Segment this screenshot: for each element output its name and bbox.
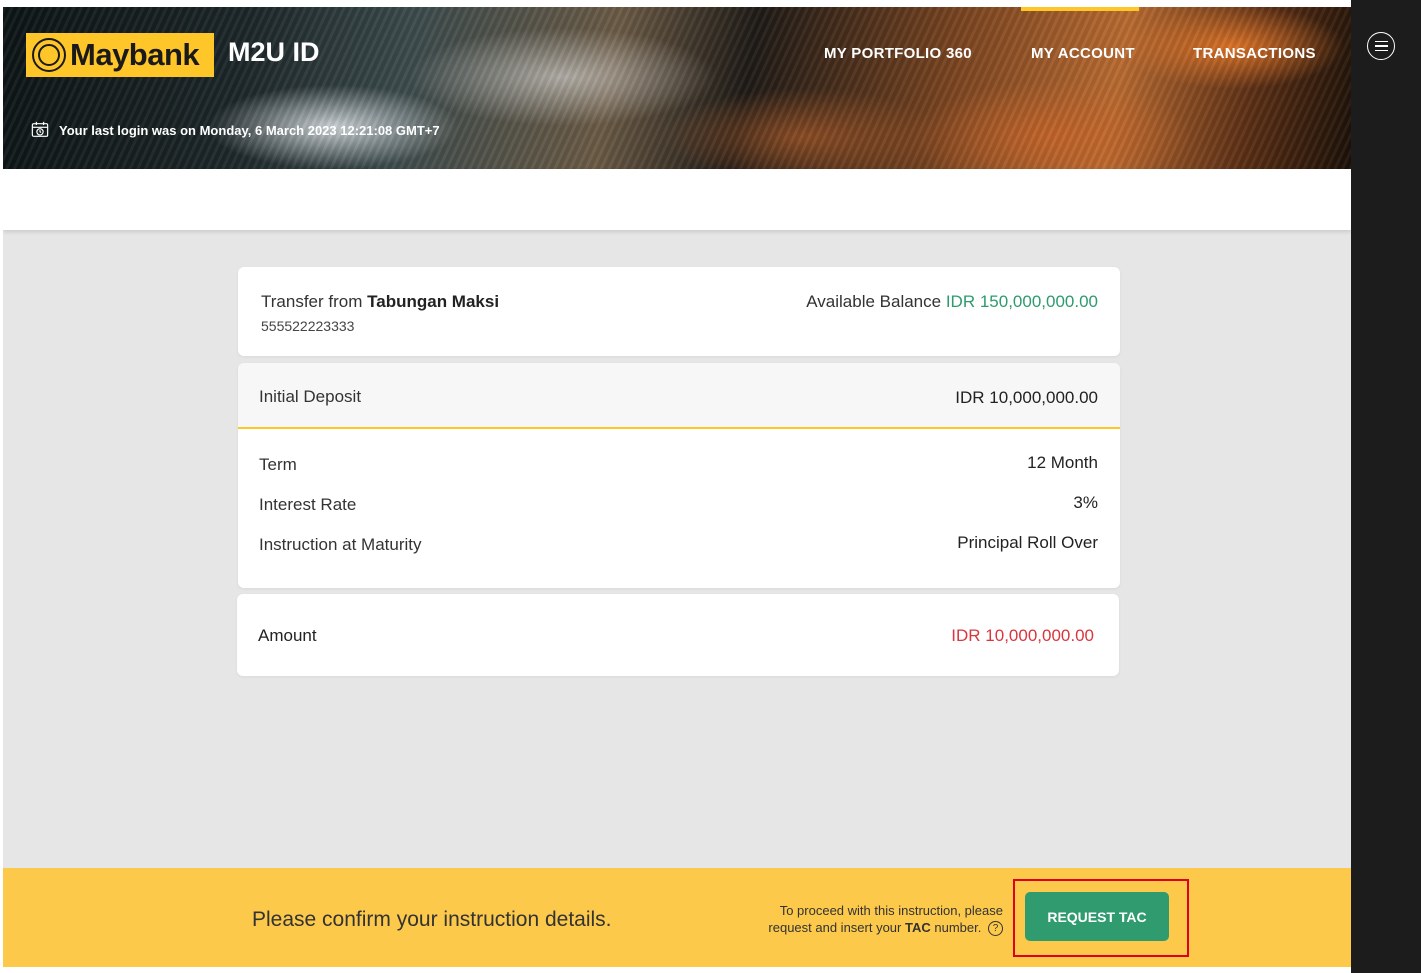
confirm-instruction-text: Please confirm your instruction details.	[252, 908, 612, 931]
request-tac-highlight	[1013, 879, 1189, 957]
header-banner: Maybank M2U ID MY PORTFOLIO 360 MY ACCOU…	[3, 7, 1351, 169]
nav-active-indicator	[1021, 7, 1139, 11]
initial-deposit-label: Initial Deposit	[259, 387, 362, 406]
amount-card: Amount IDR 10,000,000.00	[237, 594, 1119, 676]
available-balance: Available Balance IDR 150,000,000.00	[806, 292, 1098, 312]
app-window: Maybank M2U ID MY PORTFOLIO 360 MY ACCOU…	[3, 7, 1351, 967]
hamburger-menu-icon[interactable]	[1367, 32, 1395, 60]
initial-deposit-row: Initial Deposit IDR 10,000,000.00	[238, 363, 1120, 429]
calendar-clock-icon	[31, 121, 49, 137]
nav-my-account[interactable]: MY ACCOUNT	[1031, 45, 1135, 62]
tac-instruction-note: To proceed with this instruction, please…	[693, 902, 1003, 937]
maturity-instruction-label: Instruction at Maturity	[259, 535, 422, 554]
transfer-from-prefix: Transfer from	[261, 292, 363, 311]
tac-note-line2-pre: request and insert your	[768, 920, 902, 935]
tac-note-tac: TAC	[905, 920, 931, 935]
tac-note-line1: To proceed with this instruction, please	[779, 903, 1003, 918]
tac-note-line2-post: number.	[934, 920, 982, 935]
maybank-tiger-emblem-icon	[32, 38, 66, 72]
right-side-strip	[1351, 0, 1421, 973]
amount-label: Amount	[258, 626, 317, 645]
available-balance-label: Available Balance	[806, 292, 942, 311]
nav-transactions[interactable]: TRANSACTIONS	[1193, 45, 1316, 62]
maturity-instruction-value: Principal Roll Over	[957, 533, 1098, 552]
deposit-details-card: Initial Deposit IDR 10,000,000.00 Term 1…	[238, 363, 1120, 588]
available-balance-value: IDR 150,000,000.00	[945, 292, 1098, 311]
interest-rate-value: 3%	[1073, 493, 1098, 512]
nav-my-portfolio-360[interactable]: MY PORTFOLIO 360	[824, 45, 972, 62]
maybank-logo[interactable]: Maybank	[26, 33, 214, 77]
source-account-name: Tabungan Maksi	[367, 292, 500, 311]
term-value: 12 Month	[1027, 453, 1098, 472]
transfer-from: Transfer from Tabungan Maksi	[261, 292, 499, 312]
last-login-text: Your last login was on Monday, 6 March 2…	[59, 122, 440, 138]
transfer-from-card: Transfer from Tabungan Maksi 55552222333…	[238, 267, 1120, 356]
initial-deposit-value: IDR 10,000,000.00	[955, 388, 1098, 407]
source-account-number: 555522223333	[261, 318, 355, 334]
interest-rate-label: Interest Rate	[259, 495, 357, 514]
last-login-info: Your last login was on Monday, 6 March 2…	[31, 121, 440, 139]
question-circle-icon[interactable]: ?	[988, 921, 1003, 937]
logo-text: Maybank	[70, 37, 200, 72]
term-label: Term	[259, 455, 297, 474]
product-title: M2U ID	[228, 37, 320, 67]
amount-value: IDR 10,000,000.00	[951, 626, 1094, 645]
subheader-bar	[3, 169, 1351, 230]
